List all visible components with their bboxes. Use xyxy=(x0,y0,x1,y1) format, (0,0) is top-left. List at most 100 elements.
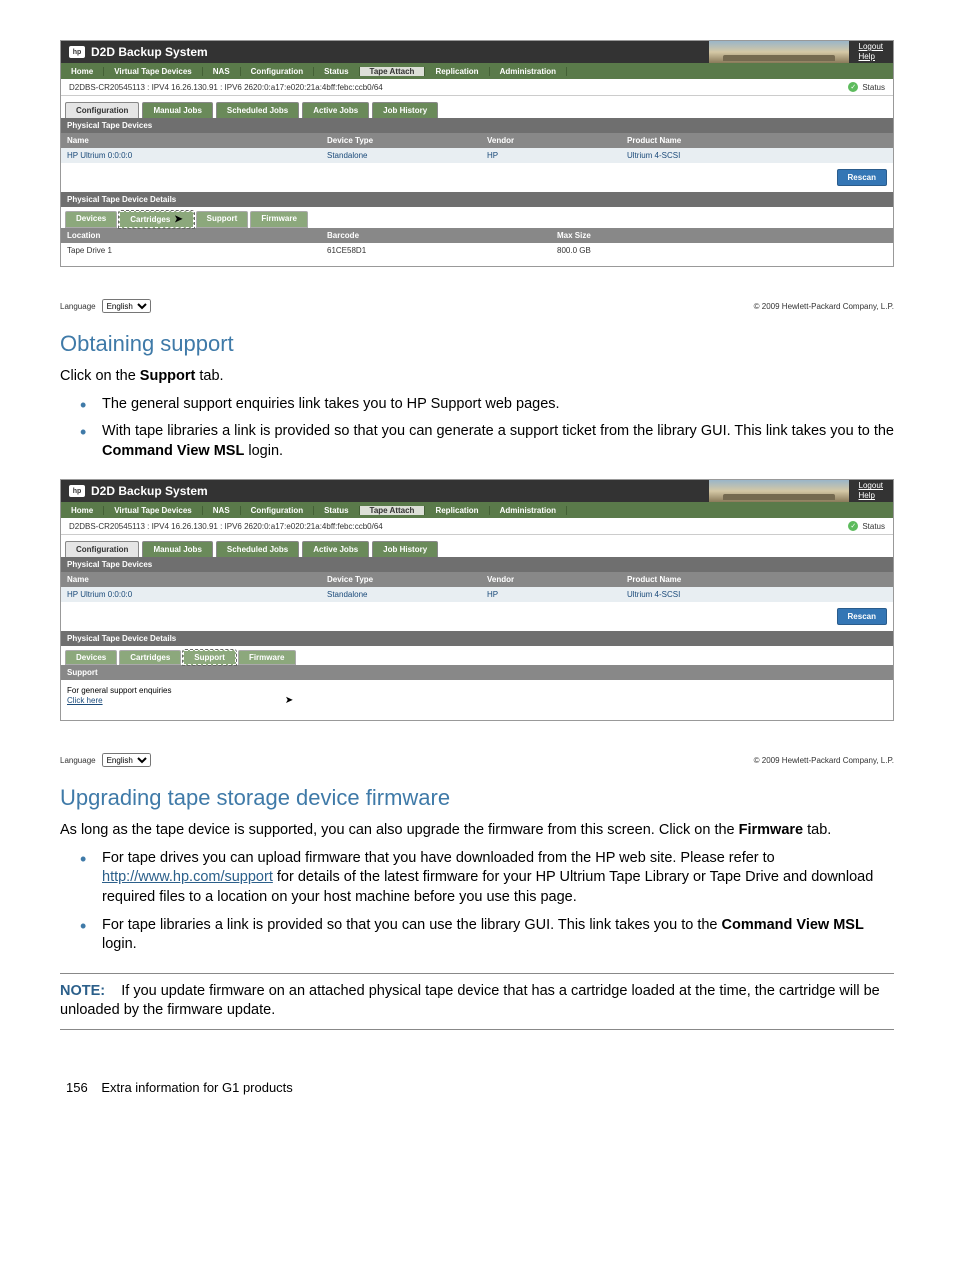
cell-product: Ultrium 4-SCSI xyxy=(621,587,893,602)
nav-replication[interactable]: Replication xyxy=(425,67,489,76)
screenshot-footer: Language English © 2009 Hewlett-Packard … xyxy=(60,287,894,313)
subtab-scheduled-jobs[interactable]: Scheduled Jobs xyxy=(216,102,299,118)
dtab-devices[interactable]: Devices xyxy=(65,650,117,665)
col-device-type: Device Type xyxy=(321,572,481,587)
nav-virtual-tape[interactable]: Virtual Tape Devices xyxy=(104,67,203,76)
panel-physical-tape-devices: Physical Tape Devices xyxy=(61,118,893,133)
subtab-manual-jobs[interactable]: Manual Jobs xyxy=(142,541,212,557)
panel-device-details: Physical Tape Device Details xyxy=(61,631,893,646)
nav-nas[interactable]: NAS xyxy=(203,67,241,76)
status-label: Status xyxy=(862,83,885,92)
dtab-firmware[interactable]: Firmware xyxy=(238,650,296,665)
nav-tape-attach[interactable]: Tape Attach xyxy=(360,67,426,76)
logout-link[interactable]: Logout xyxy=(859,42,883,52)
col-vendor: Vendor xyxy=(481,133,621,148)
col-barcode: Barcode xyxy=(321,228,551,243)
col-max-size: Max Size xyxy=(551,228,893,243)
nav-tape-attach[interactable]: Tape Attach xyxy=(360,506,426,515)
language-select[interactable]: English xyxy=(102,753,151,767)
col-name: Name xyxy=(61,572,321,587)
cell-max-size: 800.0 GB xyxy=(551,243,893,258)
status-ok-icon: ✓ xyxy=(848,521,858,531)
sub-tabs: Configuration Manual Jobs Scheduled Jobs… xyxy=(61,535,893,557)
status-label: Status xyxy=(862,522,885,531)
status-badge: ✓ Status xyxy=(848,521,885,531)
nav-status[interactable]: Status xyxy=(314,506,359,515)
panel-physical-tape-devices: Physical Tape Devices xyxy=(61,557,893,572)
support-body: For general support enquiries Click here… xyxy=(61,680,893,712)
note-block: NOTE: If you update firmware on an attac… xyxy=(60,973,894,1030)
cell-location: Tape Drive 1 xyxy=(61,243,321,258)
support-click-here-link[interactable]: Click here xyxy=(67,696,103,705)
dtab-cartridges[interactable]: Cartridges➤ xyxy=(119,211,193,228)
col-name: Name xyxy=(61,133,321,148)
device-id-string: D2DBS-CR20545113 : IPV4 16.26.130.91 : I… xyxy=(69,83,383,92)
subtab-scheduled-jobs[interactable]: Scheduled Jobs xyxy=(216,541,299,557)
subtab-configuration[interactable]: Configuration xyxy=(65,541,139,557)
device-table: Name Device Type Vendor Product Name HP … xyxy=(61,572,893,602)
logout-link[interactable]: Logout xyxy=(859,481,883,491)
app-title: D2D Backup System xyxy=(91,45,208,59)
hp-logo-icon: hp xyxy=(69,485,85,497)
heading-upgrading-firmware: Upgrading tape storage device firmware xyxy=(60,785,894,811)
page-number: 156 xyxy=(66,1080,88,1095)
subtab-active-jobs[interactable]: Active Jobs xyxy=(302,541,369,557)
dtab-firmware[interactable]: Firmware xyxy=(250,211,308,228)
nav-home[interactable]: Home xyxy=(61,506,104,515)
hp-support-link[interactable]: http://www.hp.com/support xyxy=(102,869,273,885)
rescan-button[interactable]: Rescan xyxy=(837,169,887,186)
note-label: NOTE: xyxy=(60,983,105,999)
subtab-manual-jobs[interactable]: Manual Jobs xyxy=(142,102,212,118)
table-row[interactable]: HP Ultrium 0:0:0:0 Standalone HP Ultrium… xyxy=(61,587,893,602)
app-title: D2D Backup System xyxy=(91,484,208,498)
cell-vendor: HP xyxy=(481,148,621,163)
subtab-job-history[interactable]: Job History xyxy=(372,541,438,557)
top-nav: Home Virtual Tape Devices NAS Configurat… xyxy=(61,502,893,518)
list-item: With tape libraries a link is provided s… xyxy=(102,422,894,461)
cell-name: HP Ultrium 0:0:0:0 xyxy=(61,587,321,602)
device-id-string: D2DBS-CR20545113 : IPV4 16.26.130.91 : I… xyxy=(69,522,383,531)
sub-tabs: Configuration Manual Jobs Scheduled Jobs… xyxy=(61,96,893,118)
language-select[interactable]: English xyxy=(102,299,151,313)
copyright: © 2009 Hewlett-Packard Company, L.P. xyxy=(754,756,894,765)
nav-administration[interactable]: Administration xyxy=(490,67,567,76)
table-row[interactable]: HP Ultrium 0:0:0:0 Standalone HP Ultrium… xyxy=(61,148,893,163)
page-footer: 156 Extra information for G1 products xyxy=(60,1080,894,1095)
cell-name: HP Ultrium 0:0:0:0 xyxy=(61,148,321,163)
header-banner-image xyxy=(709,480,849,502)
subtab-configuration[interactable]: Configuration xyxy=(65,102,139,118)
cell-barcode: 61CE58D1 xyxy=(321,243,551,258)
panel-device-details: Physical Tape Device Details xyxy=(61,192,893,207)
col-vendor: Vendor xyxy=(481,572,621,587)
nav-replication[interactable]: Replication xyxy=(425,506,489,515)
dtab-support[interactable]: Support xyxy=(196,211,249,228)
list-item: The general support enquiries link takes… xyxy=(102,395,894,415)
screenshot-footer: Language English © 2009 Hewlett-Packard … xyxy=(60,741,894,767)
status-badge: ✓ Status xyxy=(848,82,885,92)
support-text: For general support enquiries xyxy=(67,686,887,695)
subtab-job-history[interactable]: Job History xyxy=(372,102,438,118)
cartridge-table: Location Barcode Max Size Tape Drive 1 6… xyxy=(61,228,893,258)
col-product-name: Product Name xyxy=(621,133,893,148)
screenshot-support-tab: hp D2D Backup System Logout Help Home Vi… xyxy=(60,479,894,721)
help-link[interactable]: Help xyxy=(859,52,883,62)
col-location: Location xyxy=(61,228,321,243)
screenshot-cartridges-tab: hp D2D Backup System Logout Help Home Vi… xyxy=(60,40,894,267)
list-item: For tape drives you can upload firmware … xyxy=(102,849,894,908)
nav-nas[interactable]: NAS xyxy=(203,506,241,515)
dtab-support[interactable]: Support xyxy=(183,650,236,665)
nav-administration[interactable]: Administration xyxy=(490,506,567,515)
heading-obtaining-support: Obtaining support xyxy=(60,331,894,357)
subtab-active-jobs[interactable]: Active Jobs xyxy=(302,102,369,118)
nav-status[interactable]: Status xyxy=(314,67,359,76)
dtab-cartridges[interactable]: Cartridges xyxy=(119,650,181,665)
nav-configuration[interactable]: Configuration xyxy=(241,506,314,515)
help-link[interactable]: Help xyxy=(859,491,883,501)
nav-home[interactable]: Home xyxy=(61,67,104,76)
dtab-devices[interactable]: Devices xyxy=(65,211,117,228)
nav-configuration[interactable]: Configuration xyxy=(241,67,314,76)
list-item: For tape libraries a link is provided so… xyxy=(102,916,894,955)
col-device-type: Device Type xyxy=(321,133,481,148)
nav-virtual-tape[interactable]: Virtual Tape Devices xyxy=(104,506,203,515)
rescan-button[interactable]: Rescan xyxy=(837,608,887,625)
